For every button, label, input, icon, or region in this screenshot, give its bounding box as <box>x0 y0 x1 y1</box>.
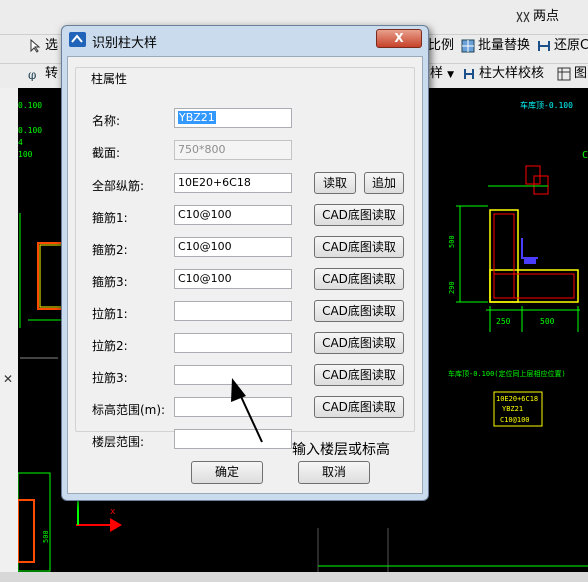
name-input[interactable]: YBZ21 <box>174 108 292 128</box>
elevation-cad-read-button[interactable]: CAD底图读取 <box>314 396 404 418</box>
app-logo-icon <box>69 32 86 47</box>
cad-text: 250 <box>496 317 511 326</box>
dialog-body: 柱属性 名称: YBZ21 截面: 750*800 全部纵筋: 10E20+6C… <box>67 56 423 494</box>
batch-replace-button[interactable]: 批量替换 <box>461 35 530 57</box>
stirrup3-label: 箍筋3: <box>92 275 128 289</box>
name-input-value: YBZ21 <box>178 111 216 124</box>
stirrup-detail <box>524 258 530 264</box>
tie1-input[interactable] <box>174 301 292 321</box>
stirrup2-cad-read-button[interactable]: CAD底图读取 <box>314 236 404 258</box>
close-button[interactable]: X <box>376 29 422 48</box>
tie1-label: 拉筋1: <box>92 307 128 321</box>
floor-range-input[interactable] <box>174 429 292 449</box>
append-button[interactable]: 追加 <box>364 172 404 194</box>
dialog-titlebar[interactable]: 识别柱大样 X <box>62 26 428 54</box>
elevation-range-input[interactable] <box>174 397 292 417</box>
cad-text: 车库顶-0.100 <box>520 100 573 110</box>
column-outline <box>489 269 579 303</box>
read-button[interactable]: 读取 <box>314 172 356 194</box>
select-button[interactable]: 选 <box>28 35 58 57</box>
column-check-icon <box>462 67 476 81</box>
cad-text: 290 <box>448 281 456 294</box>
figure-icon <box>557 67 571 81</box>
stirrup-detail <box>521 238 538 259</box>
tie2-input[interactable] <box>174 333 292 353</box>
dialog-title: 识别柱大样 <box>92 36 158 51</box>
ucs-arrow <box>110 518 122 532</box>
cancel-button[interactable]: 取消 <box>298 461 370 484</box>
stirrup1-label: 箍筋1: <box>92 211 128 225</box>
long-bars-label: 全部纵筋: <box>92 179 145 193</box>
grid-icon <box>461 39 475 53</box>
stirrup3-input[interactable]: C10@100 <box>174 269 292 289</box>
cad-text: C10@100 <box>500 416 530 424</box>
column-section <box>17 499 35 563</box>
section-label: 截面: <box>92 146 121 160</box>
close-icon: X <box>394 31 404 45</box>
text-convert-icon: φ <box>28 67 42 82</box>
bottom-status-bar <box>0 572 588 582</box>
tie2-label: 拉筋2: <box>92 339 128 353</box>
big-sample-dropdown[interactable]: 柱大样 ▼ <box>427 63 454 85</box>
left-side-panel: ✕ <box>0 88 19 582</box>
recognize-column-dialog: 识别柱大样 X 柱属性 名称: YBZ21 截面: 750*800 全部纵筋: … <box>61 25 429 501</box>
column-outline <box>39 244 63 308</box>
tie2-cad-read-button[interactable]: CAD底图读取 <box>314 332 404 354</box>
group-title: 柱属性 <box>88 70 131 87</box>
cad-text: 4 <box>18 138 23 147</box>
name-label: 名称: <box>92 114 121 128</box>
restore-icon <box>537 39 551 53</box>
stirrup-detail <box>530 258 536 264</box>
two-point-button[interactable]: 两点 <box>516 6 559 28</box>
cad-text: 车库顶-0.100(定位同上层相应位置) <box>448 369 566 378</box>
cad-text: 500 <box>448 235 456 248</box>
svg-text:x: x <box>110 507 116 517</box>
long-bars-input[interactable]: 10E20+6C18 <box>174 173 292 193</box>
two-point-icon <box>516 10 530 24</box>
stirrup1-cad-read-button[interactable]: CAD底图读取 <box>314 204 404 226</box>
tie3-cad-read-button[interactable]: CAD底图读取 <box>314 364 404 386</box>
svg-text:φ: φ <box>28 68 36 81</box>
stirrup3-cad-read-button[interactable]: CAD底图读取 <box>314 268 404 290</box>
tie1-cad-read-button[interactable]: CAD底图读取 <box>314 300 404 322</box>
cad-text: 500 <box>540 317 555 326</box>
stirrup <box>493 213 515 299</box>
stirrup2-label: 箍筋2: <box>92 243 128 257</box>
convert-button[interactable]: φ 转 <box>28 63 58 85</box>
annotation-text: 输入楼层或标高 <box>292 442 390 458</box>
elevation-range-label: 标高范围(m): <box>92 403 166 417</box>
cad-text: C <box>582 150 588 161</box>
stirrup <box>493 273 575 299</box>
cad-text: 10E20+6C18 <box>496 395 538 403</box>
cursor-icon <box>28 38 42 53</box>
cad-text: YBZ21 <box>502 405 523 413</box>
column-check-button[interactable]: 柱大样校核 <box>462 63 544 85</box>
figure-button[interactable]: 图 <box>557 63 587 85</box>
stirrup1-input[interactable]: C10@100 <box>174 205 292 225</box>
ok-button[interactable]: 确定 <box>191 461 263 484</box>
scale-button[interactable]: 比例 <box>428 35 454 57</box>
panel-close-icon[interactable]: ✕ <box>0 372 16 386</box>
cad-text: 100 <box>18 150 33 159</box>
cad-text: 0.100 <box>18 126 42 135</box>
floor-range-label: 楼层范围: <box>92 435 145 449</box>
rebar-mark <box>533 175 549 195</box>
tie3-input[interactable] <box>174 365 292 385</box>
stirrup2-input[interactable]: C10@100 <box>174 237 292 257</box>
dropdown-arrow-icon: ▼ <box>447 70 455 80</box>
restore-button[interactable]: 还原C <box>537 35 588 57</box>
section-input: 750*800 <box>174 140 292 160</box>
tie3-label: 拉筋3: <box>92 371 128 385</box>
cad-text: 0.100 <box>18 101 42 110</box>
cad-text: 500 <box>42 530 50 543</box>
rebar-mark <box>525 165 541 185</box>
